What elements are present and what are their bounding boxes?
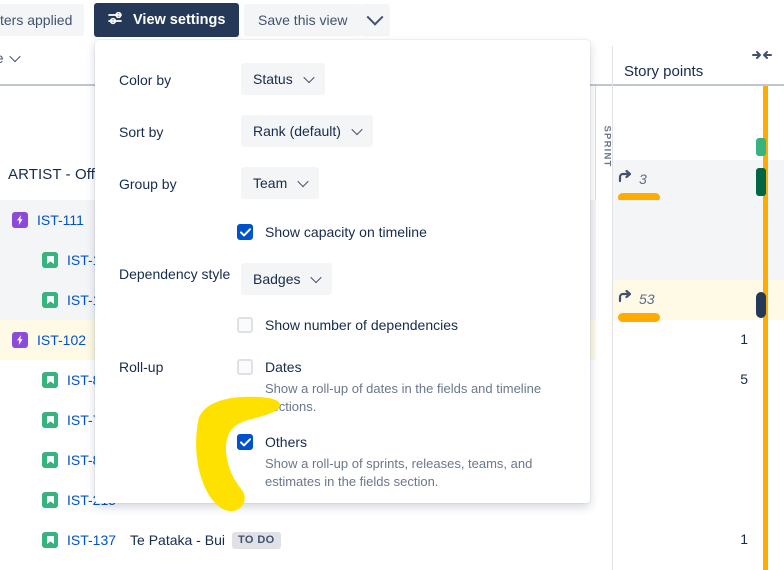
chevron-down-icon bbox=[8, 50, 21, 63]
chevron-down-icon bbox=[351, 123, 363, 136]
table-row[interactable]: IST-813FOR DW - Com…TO DO bbox=[0, 560, 596, 570]
save-view-dropdown-button[interactable] bbox=[360, 4, 390, 36]
color-by-label: Color by bbox=[119, 72, 172, 88]
show-capacity-label: Show capacity on timeline bbox=[265, 224, 427, 240]
story-points-row bbox=[613, 520, 784, 560]
group-by-value: Team bbox=[253, 175, 288, 191]
show-dependency-count-checkbox[interactable] bbox=[237, 317, 253, 333]
story-points-value[interactable]: 1 bbox=[740, 331, 748, 347]
color-by-value: Status bbox=[253, 71, 293, 87]
show-capacity-checkbox[interactable] bbox=[237, 224, 253, 240]
rollup-dates-help: Show a roll-up of dates in the fields an… bbox=[265, 381, 542, 414]
table-row[interactable]: IST-137 Te Pataka - Bui TO DO bbox=[0, 520, 596, 560]
chevron-down-icon bbox=[303, 71, 315, 84]
timeline-bar[interactable] bbox=[756, 168, 766, 196]
epic-icon bbox=[12, 212, 28, 228]
rollup-number: 3 bbox=[639, 170, 647, 187]
story-icon bbox=[42, 452, 58, 468]
view-settings-button[interactable]: View settings bbox=[94, 3, 240, 37]
epic-icon bbox=[12, 332, 28, 348]
save-this-view-label: Save this view bbox=[258, 12, 348, 28]
sprint-rail-label: SPRINT bbox=[601, 125, 613, 168]
issue-key[interactable]: IST-111 bbox=[37, 212, 84, 228]
chevron-down-icon bbox=[310, 271, 323, 284]
chevron-down-icon bbox=[297, 175, 309, 188]
color-by-select[interactable]: Status bbox=[241, 63, 325, 95]
show-dependency-count-label: Show number of dependencies bbox=[265, 317, 459, 333]
story-points-row bbox=[613, 360, 784, 400]
group-title: ARTIST - Off bbox=[8, 166, 96, 183]
dependency-style-value: Badges bbox=[253, 271, 301, 287]
rollup-others-label: Others bbox=[265, 434, 308, 450]
issue-type-filter[interactable]: ssue bbox=[0, 50, 21, 66]
story-icon bbox=[42, 292, 58, 308]
group-by-label: Group by bbox=[119, 176, 177, 192]
rollup-others-checkbox[interactable] bbox=[237, 434, 253, 450]
show-dependency-count-row[interactable]: Show number of dependencies bbox=[237, 316, 458, 334]
rollup-value: 53 bbox=[618, 289, 655, 308]
dependency-style-label: Dependency style bbox=[119, 266, 231, 282]
view-settings-panel: Color by Status Sort by Rank (default) G… bbox=[95, 40, 590, 503]
story-icon bbox=[42, 372, 58, 388]
story-points-row bbox=[613, 320, 784, 360]
rollup-dates-checkbox[interactable] bbox=[237, 359, 253, 375]
rollup-dates-label: Dates bbox=[265, 359, 302, 375]
story-icon bbox=[42, 532, 58, 548]
issue-summary[interactable]: Te Pataka - Bui bbox=[130, 532, 225, 548]
rollup-others-row[interactable]: Others Show a roll-up of sprints, releas… bbox=[237, 433, 555, 491]
rollup-arrow-icon bbox=[618, 289, 632, 308]
story-points-value[interactable]: 1 bbox=[740, 531, 748, 547]
filters-applied-label: ters applied bbox=[0, 12, 73, 28]
filters-applied-button[interactable]: ters applied bbox=[0, 4, 85, 36]
story-icon bbox=[42, 492, 58, 508]
chevron-down-icon bbox=[366, 8, 384, 26]
issue-key[interactable]: IST-137 bbox=[67, 532, 116, 548]
timeline-bar[interactable] bbox=[756, 138, 766, 156]
story-points-row bbox=[613, 240, 784, 280]
story-points-row bbox=[613, 440, 784, 480]
story-icon bbox=[42, 252, 58, 268]
top-toolbar: ters applied View settings Save this vie… bbox=[0, 0, 784, 40]
group-by-select[interactable]: Team bbox=[241, 167, 320, 199]
rollup-others-help: Show a roll-up of sprints, releases, tea… bbox=[265, 456, 533, 489]
view-settings-label: View settings bbox=[133, 12, 226, 28]
sort-by-select[interactable]: Rank (default) bbox=[241, 115, 373, 147]
issue-key[interactable]: IST-102 bbox=[37, 332, 86, 348]
timeline-bar[interactable] bbox=[756, 292, 766, 318]
story-points-row bbox=[613, 200, 784, 240]
story-points-value[interactable]: 5 bbox=[740, 371, 748, 387]
timeline-sprint-strip bbox=[763, 86, 768, 570]
collapse-horizontal-icon[interactable] bbox=[752, 48, 772, 66]
rollup-arrow-icon bbox=[618, 169, 632, 188]
sort-by-label: Sort by bbox=[119, 124, 164, 140]
save-this-view-button[interactable]: Save this view bbox=[244, 4, 362, 36]
issue-filter-label: ssue bbox=[0, 50, 4, 66]
story-points-pane: Story points SPRINT 3 53 1 5 1 bbox=[596, 40, 784, 570]
rollup-dates-row[interactable]: Dates Show a roll-up of dates in the fie… bbox=[237, 358, 555, 416]
story-points-row bbox=[613, 480, 784, 520]
sort-by-value: Rank (default) bbox=[253, 123, 341, 139]
status-badge[interactable]: TO DO bbox=[232, 531, 281, 549]
show-capacity-row[interactable]: Show capacity on timeline bbox=[237, 223, 427, 241]
story-points-header-label: Story points bbox=[624, 63, 704, 80]
sliders-icon bbox=[108, 11, 125, 29]
dependency-style-select[interactable]: Badges bbox=[241, 263, 333, 295]
rollup-label: Roll-up bbox=[119, 359, 164, 375]
story-points-row bbox=[613, 400, 784, 440]
rollup-value: 3 bbox=[618, 169, 647, 188]
story-icon bbox=[42, 412, 58, 428]
rollup-number: 53 bbox=[639, 290, 655, 307]
timeline-view-settings-screen: ssue ARTIST - Off IST-111MIST-182IST-146… bbox=[0, 0, 784, 570]
